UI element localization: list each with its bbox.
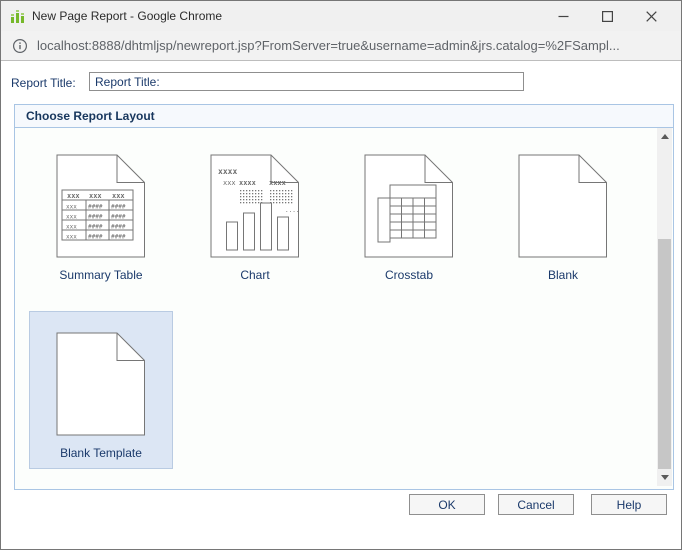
page-info-button[interactable] [12, 38, 28, 54]
window-controls [541, 1, 673, 31]
glyph-x3: xxx [89, 192, 102, 200]
scroll-up-icon [661, 134, 669, 139]
url-bar: localhost:8888/dhtmljsp/newreport.jsp?Fr… [1, 31, 681, 61]
glyph-h4: #### [88, 224, 103, 231]
help-button[interactable]: Help [591, 494, 667, 515]
scrollbar[interactable] [657, 128, 672, 486]
layout-option-label: Blank Template [60, 446, 142, 460]
scroll-thumb[interactable] [658, 239, 671, 469]
glyph-x3: xxx [66, 204, 77, 211]
glyph-x3: xxx [66, 224, 77, 231]
glyph-h4: #### [111, 204, 126, 211]
close-icon [646, 11, 657, 22]
report-title-label: Report Title: [11, 76, 76, 90]
scroll-up-button[interactable] [657, 129, 672, 144]
layout-option-summary-table[interactable]: xxx xxx xxx xxx #### #### xxx #### #### … [29, 133, 173, 291]
app-logo-icon [9, 8, 25, 24]
close-button[interactable] [629, 1, 673, 31]
layout-options-grid: xxx xxx xxx xxx #### #### xxx #### #### … [29, 133, 659, 469]
chart-icon: xxxx xxx xxxx xxxx .... [210, 154, 300, 258]
report-title-input[interactable] [89, 72, 524, 91]
maximize-icon [602, 11, 613, 22]
layout-option-crosstab[interactable]: Crosstab [337, 133, 481, 291]
glyph-x3: xxx [66, 214, 77, 221]
minimize-button[interactable] [541, 1, 585, 31]
cancel-button[interactable]: Cancel [498, 494, 574, 515]
glyph-d4: .... [285, 207, 299, 214]
summary-table-icon: xxx xxx xxx xxx #### #### xxx #### #### … [56, 154, 146, 258]
scroll-down-icon [661, 475, 669, 480]
titlebar: New Page Report - Google Chrome [1, 1, 681, 31]
glyph-h4: #### [111, 234, 126, 241]
glyph-h4: #### [88, 204, 103, 211]
window-title: New Page Report - Google Chrome [32, 9, 222, 23]
crosstab-icon [364, 154, 454, 258]
panel-header: Choose Report Layout [15, 105, 673, 128]
blank-icon [56, 332, 146, 436]
glyph-x4: xxxx [269, 179, 287, 187]
layout-option-label: Crosstab [385, 268, 433, 282]
glyph-x4: xxxx [239, 179, 257, 187]
ok-button[interactable]: OK [409, 494, 485, 515]
layout-option-blank[interactable]: Blank [491, 133, 635, 291]
glyph-h4: #### [111, 214, 126, 221]
layout-option-chart[interactable]: xxxx xxx xxxx xxxx .... Chart [183, 133, 327, 291]
maximize-button[interactable] [585, 1, 629, 31]
url-text[interactable]: localhost:8888/dhtmljsp/newreport.jsp?Fr… [37, 38, 620, 53]
glyph-h4: #### [88, 234, 103, 241]
layout-option-blank-template[interactable]: Blank Template [29, 311, 173, 469]
glyph-x3: xxx [67, 192, 80, 200]
panel-body: xxx xxx xxx xxx #### #### xxx #### #### … [15, 128, 673, 487]
info-icon [12, 38, 28, 54]
popup-window: New Page Report - Google Chrome [0, 0, 682, 550]
glyph-x4: xxxx [218, 167, 237, 176]
layout-option-label: Summary Table [59, 268, 142, 282]
glyph-x3: xxx [112, 192, 125, 200]
blank-icon [518, 154, 608, 258]
glyph-x3: xxx [66, 234, 77, 241]
layout-option-label: Chart [240, 268, 269, 282]
glyph-x3: xxx [223, 179, 236, 187]
layout-panel: Choose Report Layout xxx [14, 104, 674, 490]
minimize-icon [558, 11, 569, 22]
layout-option-label: Blank [548, 268, 578, 282]
scroll-down-button[interactable] [657, 470, 672, 485]
glyph-h4: #### [88, 214, 103, 221]
glyph-h4: #### [111, 224, 126, 231]
